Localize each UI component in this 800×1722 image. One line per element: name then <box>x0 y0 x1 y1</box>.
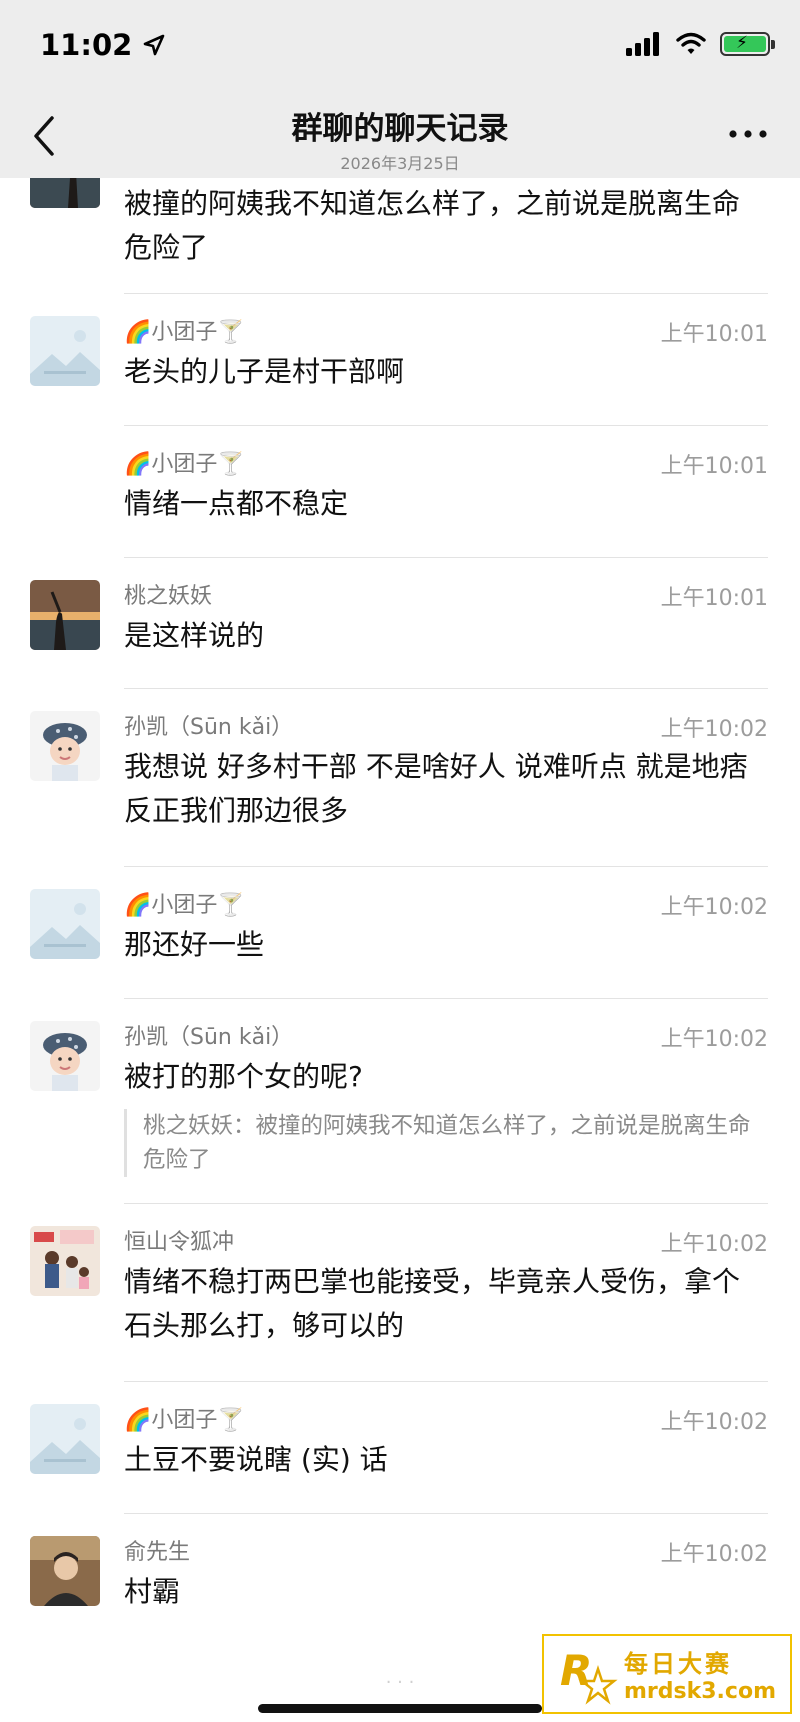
status-time-text: 11:02 <box>40 28 133 62</box>
sender-name: 俞先生 <box>124 1540 191 1565</box>
message-item[interactable]: 恒山令狐冲 上午10:02 情绪不稳打两巴掌也能接受，毕竟亲人受伤，拿个石头那么… <box>0 1204 800 1382</box>
message-text: 土豆不要说瞎 (实) 话 <box>124 1443 388 1476</box>
page-title: 群聊的聊天记录 <box>291 111 509 147</box>
avatar-child <box>30 711 100 781</box>
sender-name: 🌈小团子🍸 <box>124 320 245 345</box>
message-text: 村霸 <box>124 1575 181 1608</box>
message-item[interactable]: 俞先生 上午10:02 村霸 <box>0 1514 800 1654</box>
status-icons: ⚡ <box>626 32 775 56</box>
avatar-default <box>30 1404 100 1474</box>
wifi-icon <box>676 32 706 54</box>
watermark-url: mrdsk3.com <box>624 1679 776 1704</box>
message-time: 上午10:01 <box>660 454 768 479</box>
message-item[interactable]: 🌈小团子🍸 上午10:01 情绪一点都不稳定 <box>0 426 800 558</box>
sender-name: 🌈小团子🍸 <box>124 893 245 918</box>
message-time: 上午10:02 <box>660 1027 768 1052</box>
message-time: 上午10:02 <box>660 1542 768 1567</box>
message-text: 情绪一点都不稳定 <box>124 487 349 520</box>
avatar-sunset <box>30 580 100 650</box>
avatar-default <box>30 889 100 959</box>
message-time: 上午10:02 <box>660 1410 768 1435</box>
sender-name: 桃之妖妖 <box>124 584 213 609</box>
signal-icon <box>626 32 659 56</box>
avatar-default <box>30 316 100 386</box>
sender-name: 孙凯（Sūn kǎi） <box>124 715 294 740</box>
home-indicator[interactable] <box>258 1704 542 1713</box>
message-time: 上午10:02 <box>660 895 768 920</box>
message-text: 情绪不稳打两巴掌也能接受，毕竟亲人受伤，拿个石头那么打，够可以的 <box>124 1265 741 1342</box>
message-item[interactable]: 孙凯（Sūn kǎi） 上午10:02 我想说 好多村干部 不是啥好人 说难听点… <box>0 689 800 867</box>
watermark-text-group: 每日大赛 mrdsk3.com <box>624 1644 776 1704</box>
message-time: 上午10:01 <box>660 322 768 347</box>
watermark-text: 每日大赛 <box>624 1650 732 1678</box>
message-text: 是这样说的 <box>124 619 265 652</box>
message-time: 上午10:02 <box>660 717 768 742</box>
battery-charging-icon: ⚡ <box>720 32 775 56</box>
top-bar: 11:02 ⚡ 群聊的聊天记录 2026年3月25日 <box>0 0 800 178</box>
message-time: 上午10:01 <box>660 586 768 611</box>
sender-name: 恒山令狐冲 <box>124 1230 235 1255</box>
message-text: 老头的儿子是村干部啊 <box>124 355 405 388</box>
message-text: 我想说 好多村干部 不是啥好人 说难听点 就是地痞 反正我们那边很多 <box>124 750 748 827</box>
avatar-man <box>30 1536 100 1606</box>
message-item[interactable]: 🌈小团子🍸 上午10:02 土豆不要说瞎 (实) 话 <box>0 1382 800 1514</box>
message-item[interactable]: 🌈小团子🍸 上午10:02 那还好一些 <box>0 867 800 999</box>
location-arrow-icon <box>144 34 165 56</box>
message-text: 被打的那个女的呢? <box>124 1060 363 1093</box>
watermark-logo-icon: R <box>560 1646 618 1705</box>
message-text: 那还好一些 <box>124 928 265 961</box>
message-item[interactable]: 孙凯（Sūn kǎi） 上午10:02 被打的那个女的呢? 桃之妖妖：被撞的阿姨… <box>0 999 800 1204</box>
quoted-message[interactable]: 桃之妖妖：被撞的阿姨我不知道怎么样了，之前说是脱离生命危险了 <box>124 1109 760 1177</box>
sender-name: 🌈小团子🍸 <box>124 1408 245 1433</box>
sender-name: 孙凯（Sūn kǎi） <box>124 1025 294 1050</box>
avatar-child <box>30 1021 100 1091</box>
sender-name: 🌈小团子🍸 <box>124 452 245 477</box>
header-title-area: 群聊的聊天记录 2026年3月25日 <box>0 103 800 174</box>
page-subtitle-date: 2026年3月25日 <box>340 154 460 173</box>
message-text: 被撞的阿姨我不知道怎么样了，之前说是脱离生命危险了 <box>124 187 741 264</box>
message-item[interactable]: 桃之妖妖 上午10:01 是这样说的 <box>0 558 800 689</box>
message-list: 被撞的阿姨我不知道怎么样了，之前说是脱离生命危险了 🌈小团子🍸 上午10:01 … <box>0 138 800 1654</box>
message-item[interactable]: 🌈小团子🍸 上午10:01 老头的儿子是村干部啊 <box>0 294 800 426</box>
message-item[interactable]: 被撞的阿姨我不知道怎么样了，之前说是脱离生命危险了 <box>0 138 800 294</box>
message-time: 上午10:02 <box>660 1232 768 1257</box>
watermark-badge: R 每日大赛 mrdsk3.com <box>542 1634 792 1714</box>
status-time: 11:02 <box>40 28 166 62</box>
more-options-icon[interactable] <box>726 124 770 144</box>
avatar-family <box>30 1226 100 1296</box>
svg-text:R: R <box>560 1646 592 1695</box>
